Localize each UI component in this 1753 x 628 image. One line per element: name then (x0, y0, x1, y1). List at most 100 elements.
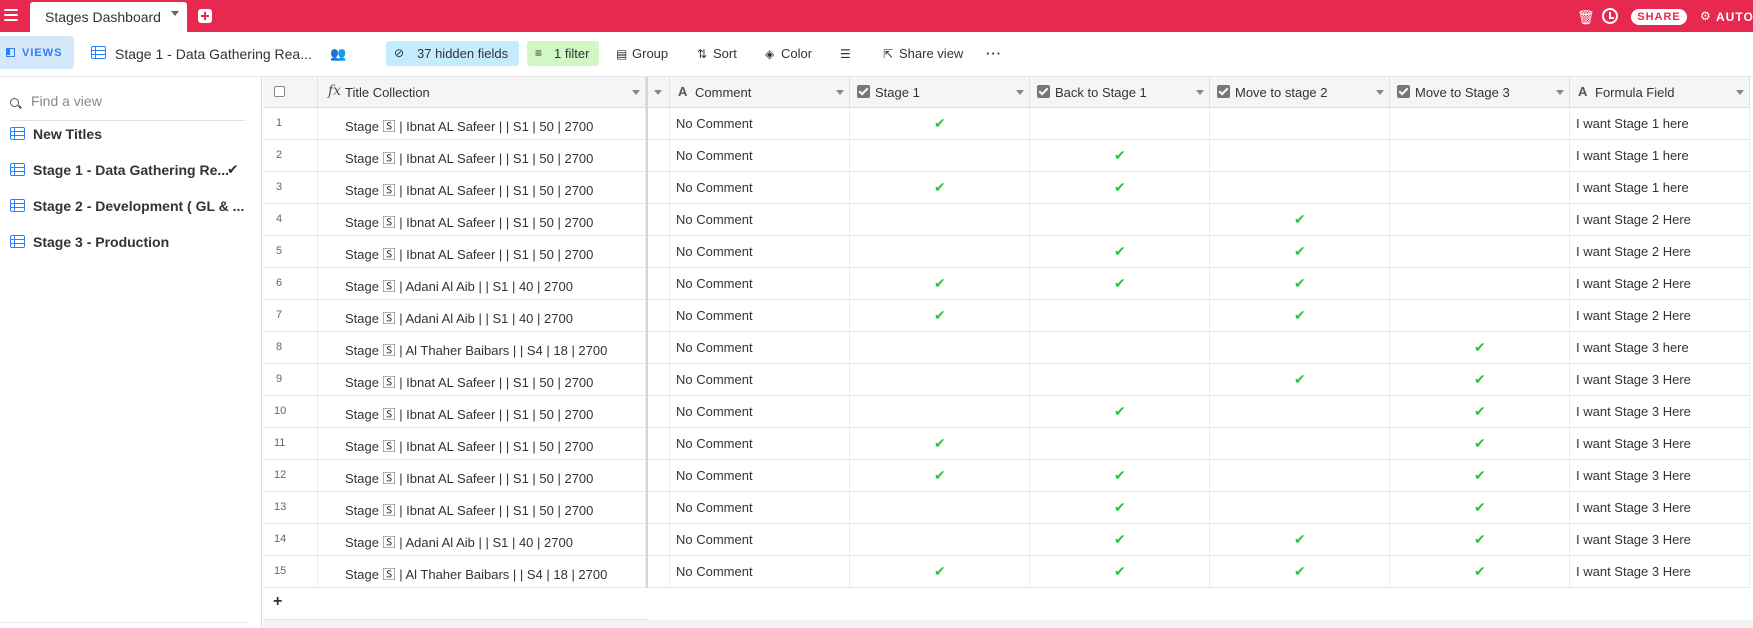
table-cell[interactable]: ✔ (1210, 300, 1390, 332)
table-cell[interactable]: ✔ (850, 460, 1030, 492)
table-cell[interactable]: I want Stage 2 Here (1570, 300, 1750, 332)
table-cell[interactable]: Stage 🅂 | Ibnat AL Safeer | | S1 | 50 | … (318, 172, 646, 204)
table-cell[interactable] (850, 332, 1030, 364)
filter-button[interactable]: ≡ 1 filter (527, 41, 599, 66)
table-cell[interactable]: Stage 🅂 | Ibnat AL Safeer | | S1 | 50 | … (318, 108, 646, 140)
table-cell[interactable]: I want Stage 3 Here (1570, 460, 1750, 492)
sidebar-view-item[interactable]: Stage 1 - Data Gathering Re... ✔ (0, 153, 262, 187)
table-cell[interactable]: Stage 🅂 | Adani Al Aib | | S1 | 40 | 270… (318, 268, 646, 300)
table-cell[interactable]: ✔ (850, 300, 1030, 332)
table-cell[interactable] (850, 524, 1030, 556)
table-cell[interactable]: No Comment (670, 428, 850, 460)
column-header[interactable]: A Comment (670, 77, 850, 108)
chevron-down-icon[interactable] (171, 11, 179, 16)
trash-icon[interactable]: 🗑 (1577, 9, 1595, 25)
table-cell[interactable]: ✔ (1210, 236, 1390, 268)
table-cell[interactable]: I want Stage 1 here (1570, 108, 1750, 140)
table-cell[interactable] (1390, 268, 1570, 300)
table-cell[interactable]: ✔ (1390, 428, 1570, 460)
table-cell[interactable] (1030, 332, 1210, 364)
share-button[interactable]: SHARE (1631, 9, 1687, 25)
add-row-button[interactable]: + (263, 588, 648, 620)
group-button[interactable]: ▤ Group (616, 46, 668, 61)
chevron-down-icon[interactable] (1016, 90, 1024, 95)
table-cell[interactable] (1030, 364, 1210, 396)
table-cell[interactable] (850, 204, 1030, 236)
table-cell[interactable]: ✔ (1390, 364, 1570, 396)
table-cell[interactable]: No Comment (670, 460, 850, 492)
sidebar-view-item[interactable]: New Titles (0, 117, 262, 151)
select-all-checkbox[interactable] (274, 86, 285, 97)
table-cell[interactable]: ✔ (1030, 524, 1210, 556)
table-cell[interactable]: ✔ (1390, 396, 1570, 428)
table-cell[interactable] (648, 140, 670, 172)
table-cell[interactable]: ✔ (1390, 524, 1570, 556)
table-cell[interactable]: I want Stage 2 Here (1570, 236, 1750, 268)
table-cell[interactable] (648, 204, 670, 236)
table-cell[interactable]: I want Stage 2 Here (1570, 204, 1750, 236)
table-cell[interactable] (648, 364, 670, 396)
table-cell[interactable]: Stage 🅂 | Adani Al Aib | | S1 | 40 | 270… (318, 300, 646, 332)
table-cell[interactable] (1210, 172, 1390, 204)
menu-icon[interactable] (4, 9, 18, 21)
table-cell[interactable] (648, 268, 670, 300)
automations-icon[interactable]: ⚙ (1700, 9, 1714, 23)
table-cell[interactable] (850, 364, 1030, 396)
table-cell[interactable]: ✔ (1390, 332, 1570, 364)
table-cell[interactable]: I want Stage 3 Here (1570, 492, 1750, 524)
table-cell[interactable]: ✔ (1030, 460, 1210, 492)
table-cell[interactable]: Stage 🅂 | Ibnat AL Safeer | | S1 | 50 | … (318, 460, 646, 492)
table-cell[interactable]: ✔ (1030, 268, 1210, 300)
table-cell[interactable] (648, 172, 670, 204)
table-cell[interactable] (1390, 140, 1570, 172)
column-header[interactable]: fx Title Collection (318, 77, 646, 108)
table-cell[interactable]: ✔ (1390, 556, 1570, 588)
table-cell[interactable] (1210, 492, 1390, 524)
table-cell[interactable]: No Comment (670, 204, 850, 236)
tab-stages-dashboard[interactable]: Stages Dashboard (30, 2, 187, 32)
table-cell[interactable] (850, 492, 1030, 524)
table-cell[interactable] (648, 556, 670, 588)
table-cell[interactable]: Stage 🅂 | Ibnat AL Safeer | | S1 | 50 | … (318, 236, 646, 268)
table-cell[interactable]: Stage 🅂 | Ibnat AL Safeer | | S1 | 50 | … (318, 396, 646, 428)
table-cell[interactable] (1210, 108, 1390, 140)
table-cell[interactable]: No Comment (670, 236, 850, 268)
history-icon[interactable] (1602, 8, 1618, 24)
automations-button[interactable]: AUTOM (1716, 10, 1753, 24)
table-cell[interactable] (1210, 332, 1390, 364)
table-cell[interactable]: ✔ (850, 556, 1030, 588)
table-cell[interactable]: No Comment (670, 556, 850, 588)
table-cell[interactable] (1210, 396, 1390, 428)
table-cell[interactable]: ✔ (1030, 492, 1210, 524)
table-cell[interactable] (1390, 172, 1570, 204)
more-options-icon[interactable]: ··· (986, 46, 1002, 61)
table-cell[interactable]: ✔ (1390, 460, 1570, 492)
table-cell[interactable]: ✔ (1210, 364, 1390, 396)
table-cell[interactable] (648, 428, 670, 460)
column-header[interactable] (648, 77, 670, 108)
table-cell[interactable]: I want Stage 3 Here (1570, 396, 1750, 428)
find-view-input[interactable] (31, 90, 241, 112)
table-cell[interactable] (1210, 140, 1390, 172)
column-header[interactable]: Back to Stage 1 (1030, 77, 1210, 108)
table-cell[interactable]: I want Stage 3 here (1570, 332, 1750, 364)
table-cell[interactable]: No Comment (670, 172, 850, 204)
table-cell[interactable]: ✔ (1210, 268, 1390, 300)
table-cell[interactable]: ✔ (850, 172, 1030, 204)
table-cell[interactable]: I want Stage 3 Here (1570, 364, 1750, 396)
chevron-down-icon[interactable] (1556, 90, 1564, 95)
table-cell[interactable]: I want Stage 3 Here (1570, 428, 1750, 460)
views-toggle-button[interactable]: VIEWS (0, 36, 74, 69)
table-cell[interactable]: Stage 🅂 | Ibnat AL Safeer | | S1 | 50 | … (318, 204, 646, 236)
sidebar-view-item[interactable]: Stage 3 - Production (0, 225, 262, 259)
table-cell[interactable] (850, 396, 1030, 428)
row-height-button[interactable]: ☰ (840, 46, 856, 61)
table-cell[interactable]: Stage 🅂 | Ibnat AL Safeer | | S1 | 50 | … (318, 492, 646, 524)
table-cell[interactable] (1210, 428, 1390, 460)
chevron-down-icon[interactable] (632, 90, 640, 95)
table-cell[interactable]: I want Stage 3 Here (1570, 524, 1750, 556)
table-cell[interactable] (1390, 300, 1570, 332)
table-cell[interactable] (1030, 300, 1210, 332)
chevron-down-icon[interactable] (1736, 90, 1744, 95)
table-cell[interactable]: No Comment (670, 108, 850, 140)
